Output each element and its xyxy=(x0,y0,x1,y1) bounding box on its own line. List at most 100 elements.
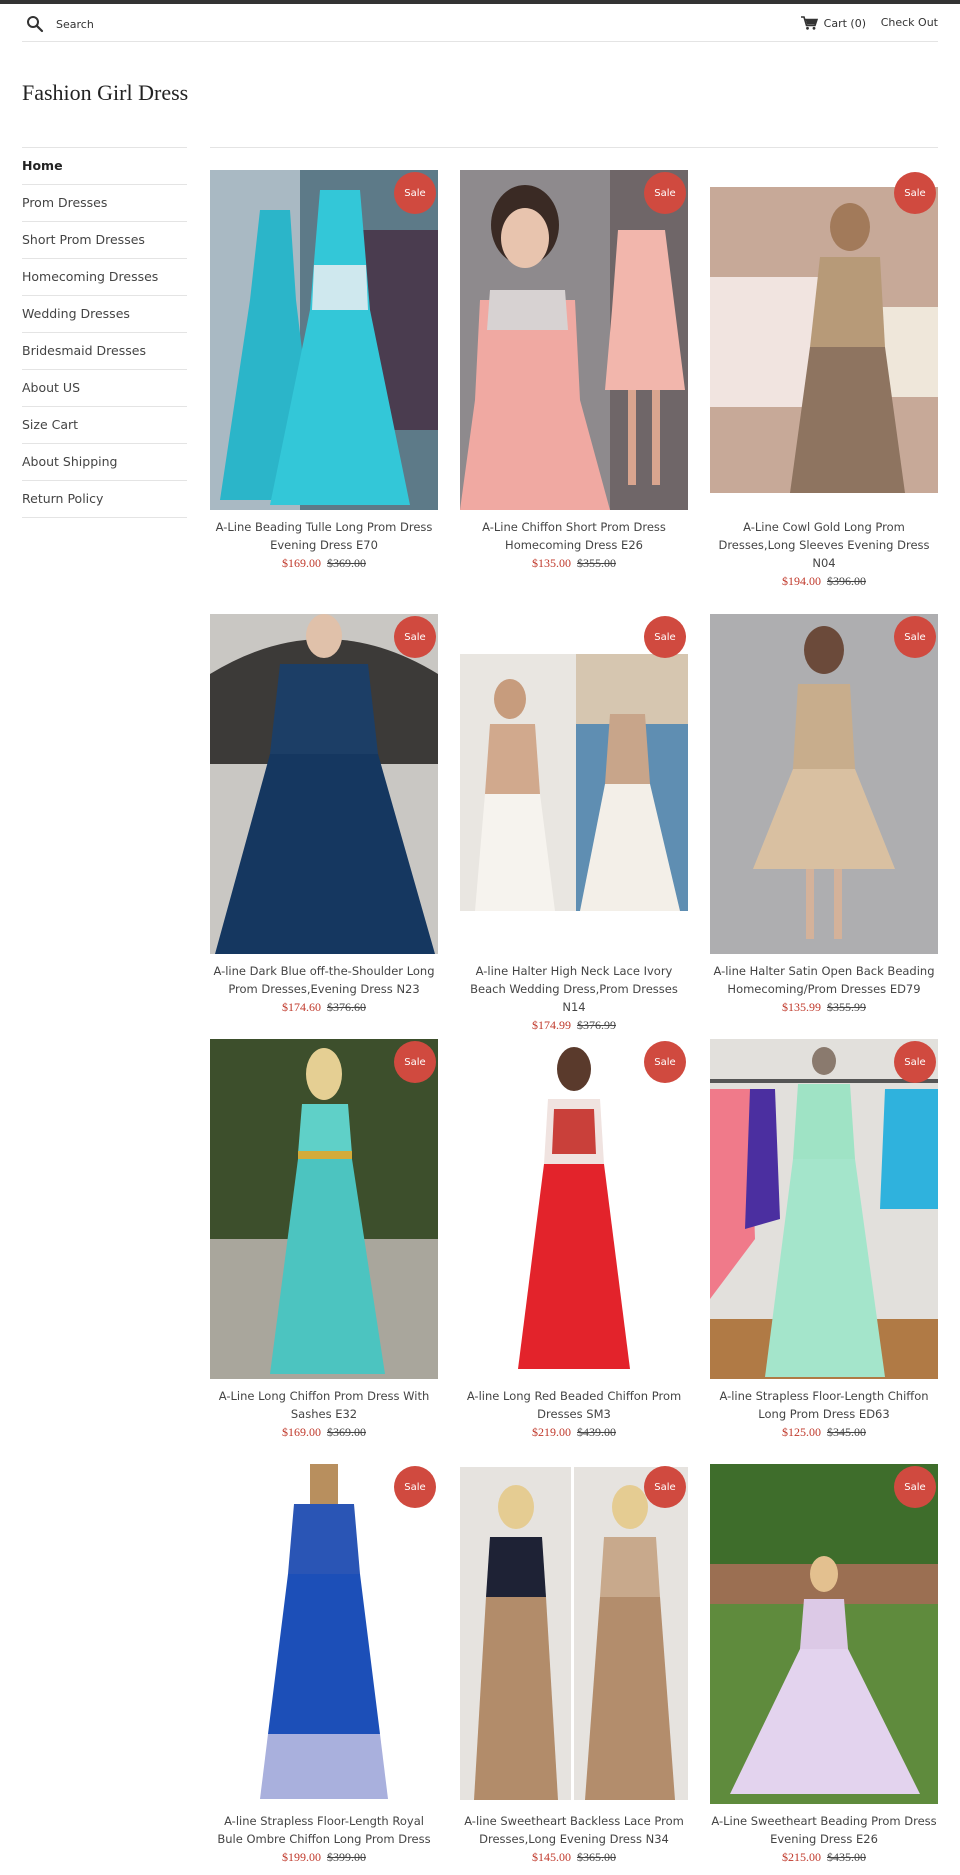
product-image[interactable] xyxy=(210,1039,438,1379)
nav-item-prom-dresses[interactable]: Prom Dresses xyxy=(22,185,187,222)
product-card[interactable]: Sale A-Line Sweetheart Beading Prom Dres… xyxy=(710,1464,938,1866)
product-title[interactable]: A-line Halter High Neck Lace Ivory Beach… xyxy=(460,962,688,1016)
nav-item-return-policy[interactable]: Return Policy xyxy=(22,481,187,518)
original-price: $435.00 xyxy=(827,1850,866,1864)
sale-price: $194.00 xyxy=(782,574,821,588)
product-price: $199.00 $399.00 xyxy=(210,1848,438,1866)
product-image[interactable] xyxy=(460,1467,688,1800)
product-price: $194.00 $396.00 xyxy=(710,572,938,590)
product-price: $215.00 $435.00 xyxy=(710,1848,938,1866)
product-price: $125.00 $345.00 xyxy=(710,1423,938,1441)
product-image[interactable] xyxy=(460,654,688,911)
product-price: $145.00 $365.00 xyxy=(460,1848,688,1866)
nav-item-home[interactable]: Home xyxy=(22,148,187,185)
product-card[interactable]: Sale A-line Strapless Floor-Length Chiff… xyxy=(710,1039,938,1441)
product-price: $219.00 $439.00 xyxy=(460,1423,688,1441)
nav-item-about-us[interactable]: About US xyxy=(22,370,187,407)
product-title[interactable]: A-line Strapless Floor-Length Chiffon Lo… xyxy=(710,1387,938,1423)
sale-badge: Sale xyxy=(644,172,686,214)
sale-badge: Sale xyxy=(394,172,436,214)
product-card[interactable]: Sale A-line Strapless Floor-Length Royal… xyxy=(210,1464,438,1866)
product-card[interactable]: Sale A-line Long Red Beaded Chiffon Prom… xyxy=(460,1039,688,1441)
product-title[interactable]: A-Line Chiffon Short Prom Dress Homecomi… xyxy=(460,518,688,554)
sale-badge: Sale xyxy=(644,616,686,658)
original-price: $399.00 xyxy=(327,1850,366,1864)
product-card[interactable]: Sale A-Line Cowl Gold Long Prom Dresses,… xyxy=(710,170,938,590)
sale-price: $174.60 xyxy=(282,1000,321,1014)
original-price: $396.00 xyxy=(827,574,866,588)
product-image[interactable] xyxy=(710,187,938,493)
sale-badge: Sale xyxy=(394,616,436,658)
nav-item-about-shipping[interactable]: About Shipping xyxy=(22,444,187,481)
search-icon[interactable] xyxy=(26,15,44,33)
nav-item-short-prom-dresses[interactable]: Short Prom Dresses xyxy=(22,222,187,259)
product-title[interactable]: A-Line Beading Tulle Long Prom Dress Eve… xyxy=(210,518,438,554)
original-price: $376.60 xyxy=(327,1000,366,1014)
product-price: $169.00 $369.00 xyxy=(210,1423,438,1441)
original-price: $369.00 xyxy=(327,1425,366,1439)
original-price: $345.00 xyxy=(827,1425,866,1439)
sale-badge: Sale xyxy=(644,1466,686,1508)
nav-item-wedding-dresses[interactable]: Wedding Dresses xyxy=(22,296,187,333)
product-card[interactable]: Sale A-line Halter Satin Open Back Beadi… xyxy=(710,614,938,1016)
site-header: Cart (0) Check Out xyxy=(22,4,938,42)
original-price: $376.99 xyxy=(577,1018,616,1032)
grid-divider xyxy=(210,147,938,148)
cart-icon xyxy=(800,16,818,30)
sale-price: $125.00 xyxy=(782,1425,821,1439)
product-card[interactable]: Sale A-line Dark Blue off-the-Shoulder L… xyxy=(210,614,438,1016)
sale-price: $145.00 xyxy=(532,1850,571,1864)
original-price: $355.99 xyxy=(827,1000,866,1014)
search-input[interactable] xyxy=(56,12,356,36)
product-title[interactable]: A-Line Sweetheart Beading Prom Dress Eve… xyxy=(710,1812,938,1848)
sale-badge: Sale xyxy=(894,616,936,658)
product-card[interactable]: Sale A-line Halter High Neck Lace Ivory … xyxy=(460,614,688,1034)
product-price: $135.99 $355.99 xyxy=(710,998,938,1016)
sale-badge: Sale xyxy=(644,1041,686,1083)
product-image[interactable] xyxy=(210,614,438,954)
cart-label: Cart (0) xyxy=(823,16,866,30)
original-price: $369.00 xyxy=(327,556,366,570)
original-price: $365.00 xyxy=(577,1850,616,1864)
nav-item-size-cart[interactable]: Size Cart xyxy=(22,407,187,444)
product-title[interactable]: A-line Halter Satin Open Back Beading Ho… xyxy=(710,962,938,998)
product-image[interactable] xyxy=(210,1464,438,1804)
original-price: $355.00 xyxy=(577,556,616,570)
product-price: $174.99 $376.99 xyxy=(460,1016,688,1034)
site-logo[interactable]: Fashion Girl Dress xyxy=(22,80,188,106)
cart-link[interactable]: Cart (0) xyxy=(800,16,866,30)
product-price: $135.00 $355.00 xyxy=(460,554,688,572)
product-image[interactable] xyxy=(210,170,438,510)
product-price: $169.00 $369.00 xyxy=(210,554,438,572)
sale-price: $135.99 xyxy=(782,1000,821,1014)
sidebar-nav: Home Prom Dresses Short Prom Dresses Hom… xyxy=(22,147,187,518)
sale-price: $215.00 xyxy=(782,1850,821,1864)
product-image[interactable] xyxy=(460,170,688,510)
sale-badge: Sale xyxy=(394,1466,436,1508)
product-title[interactable]: A-line Strapless Floor-Length Royal Bule… xyxy=(210,1812,438,1848)
product-card[interactable]: Sale A-Line Beading Tulle Long Prom Dres… xyxy=(210,170,438,572)
product-price: $174.60 $376.60 xyxy=(210,998,438,1016)
product-image[interactable] xyxy=(710,614,938,954)
product-card[interactable]: Sale A-Line Long Chiffon Prom Dress With… xyxy=(210,1039,438,1441)
sale-price: $219.00 xyxy=(532,1425,571,1439)
product-title[interactable]: A-line Dark Blue off-the-Shoulder Long P… xyxy=(210,962,438,998)
original-price: $439.00 xyxy=(577,1425,616,1439)
product-card[interactable]: Sale A-line Sweetheart Backless Lace Pro… xyxy=(460,1464,688,1866)
checkout-link[interactable]: Check Out xyxy=(881,16,938,29)
product-title[interactable]: A-line Long Red Beaded Chiffon Prom Dres… xyxy=(460,1387,688,1423)
nav-item-bridesmaid-dresses[interactable]: Bridesmaid Dresses xyxy=(22,333,187,370)
product-card[interactable]: Sale A-Line Chiffon Short Prom Dress Hom… xyxy=(460,170,688,572)
product-image[interactable] xyxy=(460,1039,688,1379)
product-title[interactable]: A-line Sweetheart Backless Lace Prom Dre… xyxy=(460,1812,688,1848)
sale-price: $199.00 xyxy=(282,1850,321,1864)
product-title[interactable]: A-Line Cowl Gold Long Prom Dresses,Long … xyxy=(710,518,938,572)
sale-price: $169.00 xyxy=(282,1425,321,1439)
sale-badge: Sale xyxy=(894,1466,936,1508)
product-image[interactable] xyxy=(710,1039,938,1379)
sale-price: $135.00 xyxy=(532,556,571,570)
product-image[interactable] xyxy=(710,1464,938,1804)
nav-item-homecoming-dresses[interactable]: Homecoming Dresses xyxy=(22,259,187,296)
product-title[interactable]: A-Line Long Chiffon Prom Dress With Sash… xyxy=(210,1387,438,1423)
sale-price: $169.00 xyxy=(282,556,321,570)
